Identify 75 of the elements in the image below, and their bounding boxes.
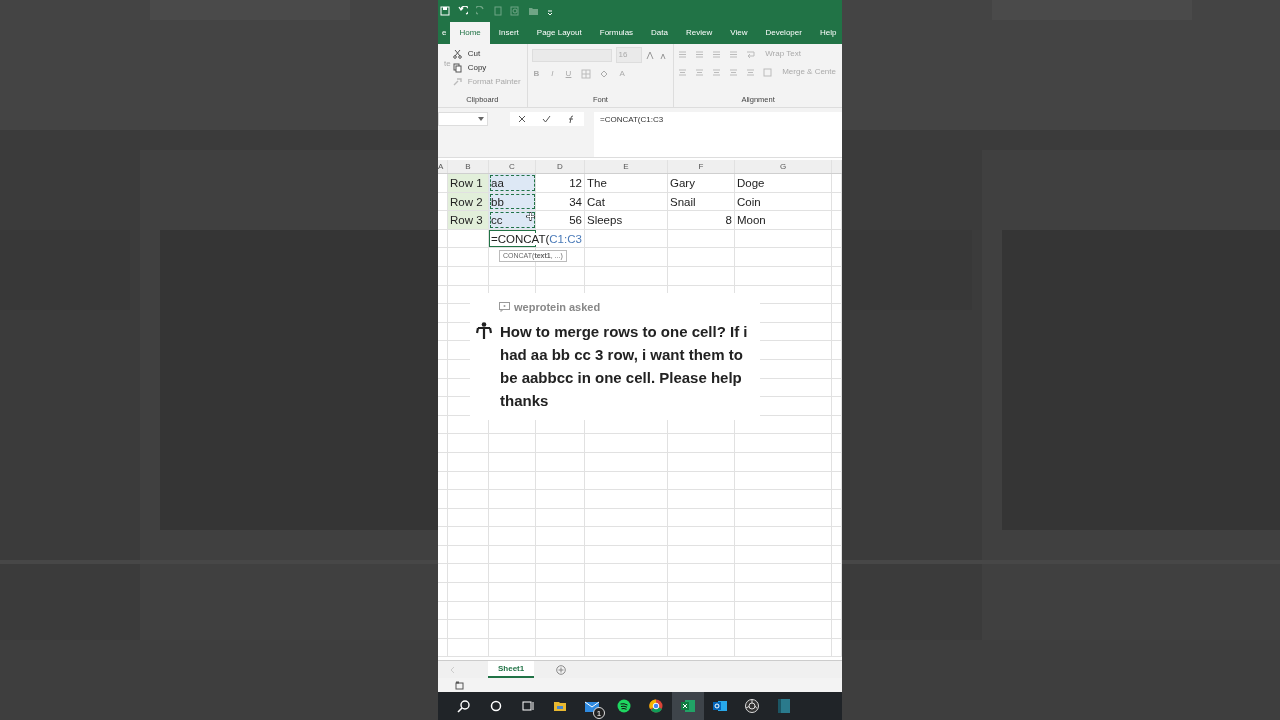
save-icon[interactable] bbox=[440, 6, 450, 16]
cell[interactable]: Sleeps bbox=[585, 211, 668, 229]
cell[interactable]: aa bbox=[489, 174, 536, 192]
formula-field[interactable]: =CONCAT(C1:C3 bbox=[594, 112, 842, 157]
cut-button[interactable]: Cut bbox=[465, 47, 483, 61]
cell[interactable]: Row 1 bbox=[448, 174, 489, 192]
notification-badge: 1 bbox=[593, 707, 605, 719]
column-header[interactable]: C bbox=[489, 160, 536, 173]
column-header[interactable]: F bbox=[668, 160, 735, 173]
ribbon-tab[interactable]: Help bbox=[810, 22, 842, 44]
circle-icon bbox=[489, 699, 503, 713]
enter-icon[interactable] bbox=[542, 115, 551, 123]
question-text: How to merge rows to one cell? If i had aa bb cc 3 row, i want them to be aabbcc in one cell. Please help thanks bbox=[500, 321, 749, 411]
cell[interactable]: 8 bbox=[668, 211, 735, 229]
function-icon[interactable] bbox=[567, 114, 576, 124]
redo-icon[interactable] bbox=[476, 6, 486, 16]
undo-icon[interactable] bbox=[458, 6, 468, 16]
spreadsheet-app-icon bbox=[681, 699, 695, 713]
task-view-icon bbox=[521, 699, 535, 713]
fill-color-icon[interactable] bbox=[599, 69, 610, 79]
wrap-text-icon bbox=[746, 49, 756, 59]
cell[interactable]: Coin bbox=[735, 192, 832, 211]
person-icon bbox=[476, 321, 492, 340]
macro-record-icon[interactable] bbox=[455, 680, 464, 690]
ribbon-tab[interactable]: Formulas bbox=[590, 22, 643, 44]
copy-icon bbox=[452, 63, 462, 73]
cell[interactable]: Row 3 bbox=[448, 211, 489, 229]
scissors-icon bbox=[452, 49, 462, 59]
cursor-icon bbox=[526, 212, 535, 221]
cell[interactable]: Gary bbox=[668, 174, 735, 192]
column-header[interactable]: D bbox=[536, 160, 585, 173]
ribbon-tab[interactable]: Page Layout bbox=[527, 22, 591, 44]
mail-app-icon bbox=[713, 699, 727, 713]
folder-icon bbox=[553, 699, 567, 713]
question-icon bbox=[499, 302, 510, 313]
music-app-icon bbox=[617, 699, 631, 713]
cell[interactable]: 56 bbox=[536, 211, 585, 229]
merge-icon bbox=[763, 67, 773, 77]
cell[interactable]: cc bbox=[489, 211, 536, 229]
cell[interactable]: Doge bbox=[735, 174, 832, 192]
copy-button[interactable]: Copy bbox=[465, 61, 489, 75]
column-header[interactable]: E bbox=[585, 160, 668, 173]
ribbon-tab[interactable]: Review bbox=[677, 22, 722, 44]
document-icon[interactable] bbox=[494, 6, 502, 16]
ribbon-tab[interactable]: Data bbox=[642, 22, 677, 44]
panel-icon bbox=[777, 699, 791, 713]
name-box[interactable] bbox=[438, 112, 488, 126]
cell[interactable]: Snail bbox=[668, 192, 735, 211]
ribbon-tab[interactable]: View bbox=[721, 22, 757, 44]
preview-icon[interactable] bbox=[510, 6, 520, 16]
taskbar-button[interactable]: 1 bbox=[576, 692, 608, 720]
column-header[interactable]: B bbox=[448, 160, 489, 173]
cell[interactable]: 12 bbox=[536, 174, 585, 192]
ribbon-tab[interactable]: Developer bbox=[756, 22, 811, 44]
browser-icon bbox=[649, 699, 663, 713]
aperture-icon bbox=[745, 699, 759, 713]
folder-icon[interactable] bbox=[528, 6, 539, 16]
cancel-icon[interactable] bbox=[518, 115, 526, 123]
formula-text[interactable]: =CONCAT(C1:C3 bbox=[491, 232, 584, 245]
dropdown-icon bbox=[478, 117, 484, 121]
add-sheet-icon[interactable] bbox=[556, 665, 567, 675]
ribbon-tab[interactable]: e bbox=[438, 22, 451, 44]
sheet-tab[interactable]: Sheet1 bbox=[488, 661, 535, 678]
asker-label: weprotein asked bbox=[514, 300, 601, 315]
grow-font-icon[interactable] bbox=[645, 50, 655, 60]
cell[interactable]: 34 bbox=[536, 192, 585, 211]
borders-icon[interactable] bbox=[581, 69, 592, 79]
cell[interactable]: Moon bbox=[735, 211, 832, 229]
column-header[interactable]: A bbox=[438, 160, 448, 173]
column-header[interactable]: G bbox=[735, 160, 832, 173]
cell[interactable]: The bbox=[585, 174, 668, 192]
cell[interactable]: Cat bbox=[585, 192, 668, 211]
search-icon bbox=[457, 699, 471, 713]
ribbon-tab[interactable]: Insert bbox=[489, 22, 528, 44]
ribbon-tab[interactable]: Home bbox=[450, 22, 490, 44]
